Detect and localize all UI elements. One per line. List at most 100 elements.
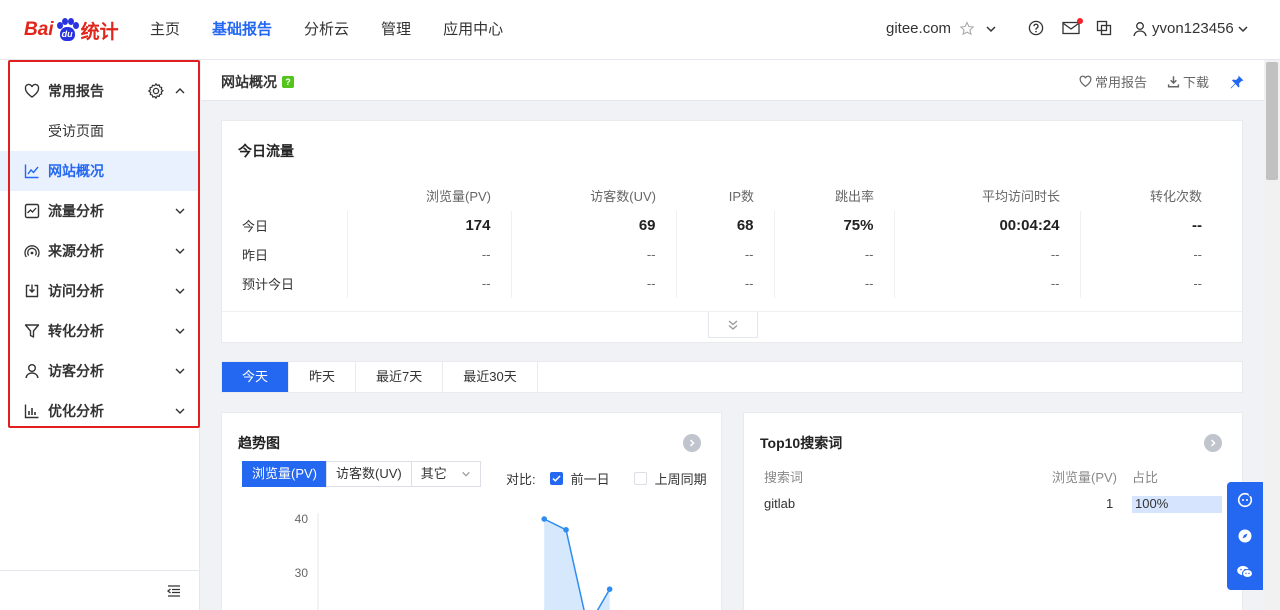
chevron-down-icon (1238, 25, 1248, 32)
download-label: 下载 (1182, 75, 1209, 90)
metric-tab-uv[interactable]: 访客数(UV) (326, 461, 412, 487)
table-cell: 00:04:24 (893, 211, 1080, 240)
chevron-down-icon[interactable] (174, 405, 186, 417)
card-title: Top10搜索词 (760, 435, 843, 451)
chevron-down-icon[interactable] (174, 285, 186, 297)
tab-last-30-days[interactable]: 最近30天 (443, 362, 538, 392)
more-arrow-button[interactable] (1204, 434, 1222, 452)
baidu-paw-icon: du (55, 18, 79, 42)
tab-yesterday[interactable]: 昨天 (289, 362, 357, 392)
pin-button[interactable] (1229, 74, 1248, 90)
sidebar-item-source-analysis[interactable]: 来源分析 (0, 231, 200, 271)
help-badge-icon[interactable]: ? (282, 76, 294, 88)
wechat-icon (1237, 565, 1253, 578)
help-icon[interactable] (1028, 20, 1046, 38)
sidebar-item-conversion-analysis[interactable]: 转化分析 (0, 311, 200, 351)
compare-last-week-checkbox[interactable] (633, 472, 647, 485)
main-content: 网站概况 ? 常用报告 下载 今日流量 浏览量(PV) 访客数(UV) IP数 … (201, 60, 1264, 610)
table-header-row: 浏览量(PV) 访客数(UV) IP数 跳出率 平均访问时长 转化次数 (242, 179, 1222, 211)
chevron-down-icon[interactable] (174, 325, 186, 337)
star-icon[interactable] (959, 20, 975, 37)
trend-chart: 40 30 (295, 512, 613, 610)
page-actions: 常用报告 下载 (1059, 72, 1248, 91)
today-traffic-table: 浏览量(PV) 访客数(UV) IP数 跳出率 平均访问时长 转化次数 今日 1… (242, 179, 1222, 298)
site-name: gitee.com (886, 20, 952, 37)
signal-icon (24, 243, 40, 259)
y-tick-label: 40 (295, 512, 309, 526)
feedback-button[interactable] (1227, 482, 1263, 518)
table-cell: -- (893, 240, 1080, 269)
logo-text-bai: Bai (24, 19, 54, 40)
sidebar-item-traffic-analysis[interactable]: 流量分析 (0, 191, 200, 231)
nav-app-center[interactable]: 应用中心 (427, 0, 519, 60)
data-point[interactable] (541, 516, 548, 522)
page-scrollbar[interactable] (1264, 60, 1280, 610)
table-cell: -- (675, 240, 774, 269)
heart-icon (24, 83, 40, 99)
sidebar-item-visited-pages[interactable]: 受访页面 (0, 111, 200, 151)
add-common-report-button[interactable]: 常用报告 (1079, 72, 1147, 91)
unread-dot (1077, 18, 1083, 24)
row-label: 今日 (242, 219, 269, 234)
nav-home[interactable]: 主页 (134, 0, 196, 60)
user-menu[interactable]: yvon123456 (1132, 20, 1253, 37)
expand-button[interactable] (708, 312, 758, 338)
sidebar-item-visitor-analysis[interactable]: 访客分析 (0, 351, 200, 391)
sidebar-item-label: 网站概况 (48, 163, 104, 179)
table-cell: -- (510, 240, 676, 269)
login-box-icon (24, 283, 40, 299)
sidebar-item-site-overview[interactable]: 网站概况 (0, 151, 200, 191)
sidebar-item-label: 转化分析 (48, 323, 104, 339)
filter-icon (24, 323, 40, 339)
today-traffic-card: 今日流量 浏览量(PV) 访客数(UV) IP数 跳出率 平均访问时长 转化次数… (221, 120, 1243, 343)
more-arrow-button[interactable] (683, 434, 701, 452)
metric-tab-pv[interactable]: 浏览量(PV) (242, 461, 328, 487)
mail-icon[interactable] (1062, 18, 1083, 38)
metric-tab-other[interactable]: 其它 (410, 461, 481, 487)
sidebar-item-label: 流量分析 (48, 203, 104, 219)
baidu-tongji-logo[interactable]: Bai du 统计 (24, 14, 119, 46)
copy-icon[interactable] (1096, 20, 1114, 38)
sidebar-item-optimization-analysis[interactable]: 优化分析 (0, 391, 200, 431)
compass-button[interactable] (1227, 518, 1263, 554)
table-cell: 174 (346, 211, 511, 240)
top-nav-menu: 主页 基础报告 分析云 管理 应用中心 (134, 0, 519, 60)
download-button[interactable]: 下载 (1167, 72, 1209, 91)
refresh-chat-icon (1237, 492, 1253, 508)
site-selector[interactable]: gitee.com (886, 20, 997, 37)
logo-text-du: du (59, 27, 75, 41)
date-range-tabs: 今天 昨天 最近7天 最近30天 (221, 361, 1243, 393)
compass-icon (1238, 529, 1252, 543)
nav-basic-report[interactable]: 基础报告 (196, 0, 288, 60)
compare-label: 对比: (506, 472, 536, 487)
compare-previous-day-checkbox[interactable] (549, 472, 563, 485)
user-icon (1133, 21, 1147, 36)
ratio-bar: 100% (1132, 496, 1222, 513)
common-report-label: 常用报告 (1094, 75, 1147, 90)
wechat-button[interactable] (1227, 554, 1263, 590)
ratio-text: 100% (1135, 496, 1169, 511)
compare-last-week-label: 上周同期 (654, 472, 707, 487)
search-keyword[interactable]: gitlab (764, 496, 795, 511)
tab-today[interactable]: 今天 (222, 362, 290, 392)
nav-analytics-cloud[interactable]: 分析云 (288, 0, 365, 60)
chevron-down-icon[interactable] (174, 245, 186, 257)
scrollbar-thumb[interactable] (1266, 62, 1278, 180)
data-point[interactable] (606, 586, 613, 592)
nav-manage[interactable]: 管理 (365, 0, 427, 60)
sidebar-item-common-reports[interactable]: 常用报告 (0, 71, 200, 111)
chevron-down-icon[interactable] (174, 365, 186, 377)
table-cell: -- (1079, 240, 1222, 269)
sidebar-item-visit-analysis[interactable]: 访问分析 (0, 271, 200, 311)
data-point[interactable] (563, 527, 569, 533)
table-cell: -- (510, 269, 676, 298)
gear-icon[interactable] (147, 82, 165, 100)
tab-last-7-days[interactable]: 最近7天 (356, 362, 444, 392)
heart-icon (1079, 75, 1092, 88)
chevron-down-icon[interactable] (174, 205, 186, 217)
collapse-menu-icon[interactable] (166, 583, 182, 599)
sidebar: 常用报告 受访页面 网站概况 流量分析 来源分析 访问分析 转化分析 访客分析 … (0, 60, 200, 610)
table-cell: -- (1079, 269, 1222, 298)
chevron-down-icon (461, 471, 470, 477)
chevron-up-icon[interactable] (174, 85, 186, 97)
